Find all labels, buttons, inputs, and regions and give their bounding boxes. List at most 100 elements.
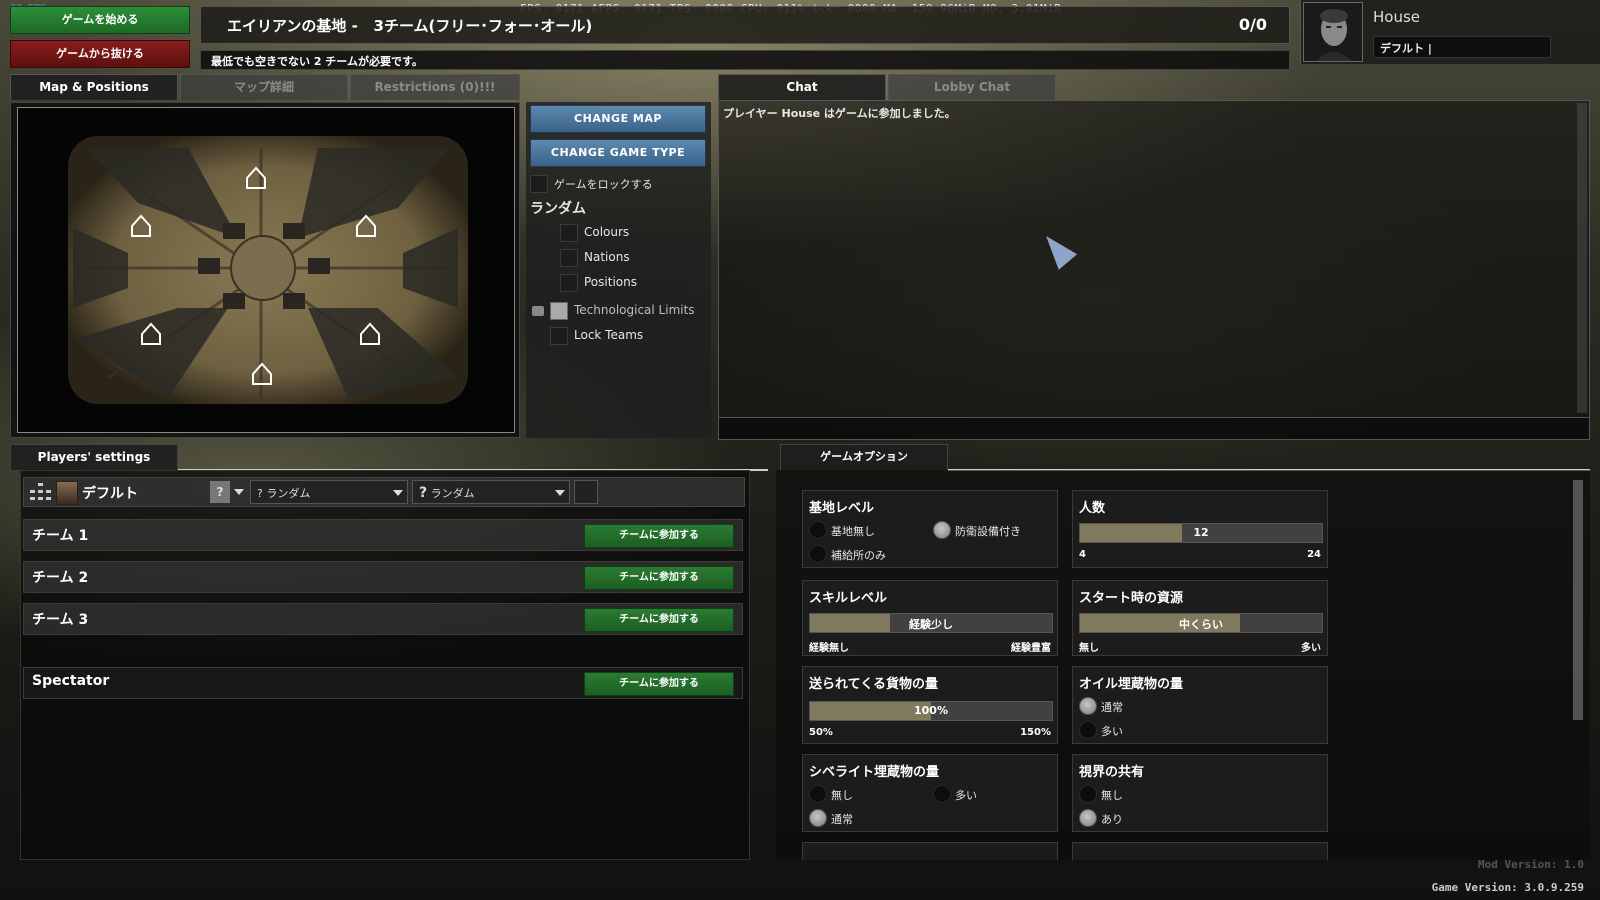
siberite-normal-radio[interactable]	[809, 809, 827, 827]
map-panel	[10, 102, 520, 438]
status-message-bar: 最低でも空きでない 2 チームが必要です。	[200, 50, 1290, 70]
page-title: エイリアンの基地 - 3チーム(フリー･フォー･オール)	[227, 15, 592, 36]
leave-game-button[interactable]: ゲームから抜ける	[10, 40, 190, 68]
chat-input[interactable]	[719, 417, 1589, 439]
players-count-max: 24	[1307, 549, 1321, 560]
tab-lobby-chat[interactable]: Lobby Chat	[888, 74, 1056, 100]
nation-dropdown-value: ? ランダム	[257, 487, 311, 500]
options-scrollbar[interactable]	[1573, 480, 1583, 720]
map-preview[interactable]	[17, 107, 515, 433]
base-none-radio[interactable]	[809, 521, 827, 539]
cargo-slider[interactable]: 100%	[809, 701, 1053, 721]
players-panel: デフルト ? ? ランダム ? ランダム チーム 1 チームに参加する チーム …	[20, 470, 750, 860]
oil-normal-radio[interactable]	[1079, 697, 1097, 715]
more-option-card	[1072, 842, 1328, 860]
lock-teams-checkbox[interactable]	[550, 327, 568, 345]
random-positions-label: Positions	[584, 275, 637, 289]
oil-many-radio[interactable]	[1079, 721, 1097, 739]
siberite-normal-label: 通常	[831, 813, 853, 826]
tab-players-settings[interactable]: Players' settings	[10, 444, 178, 470]
lock-teams-label: Lock Teams	[574, 328, 644, 342]
team-row: チーム 2 チームに参加する	[23, 561, 743, 593]
tab-map-positions[interactable]: Map & Positions	[10, 74, 178, 100]
vision-yes-radio[interactable]	[1079, 809, 1097, 827]
base-defense-radio[interactable]	[933, 521, 951, 539]
start-resources-max: 多い	[1301, 643, 1321, 654]
profile-panel: House デフルト |	[1300, 0, 1600, 64]
team-label: チーム 1	[32, 528, 89, 544]
skill-slider[interactable]: 経験少し	[809, 613, 1053, 633]
cargo-value: 100%	[914, 704, 948, 717]
player-avatar	[56, 481, 78, 505]
vision-none-radio[interactable]	[1079, 785, 1097, 803]
siberite-many-radio[interactable]	[933, 785, 951, 803]
players-count-min: 4	[1079, 549, 1086, 560]
oil-title: オイル埋蔵物の量	[1079, 677, 1184, 692]
siberite-many-label: 多い	[955, 789, 977, 802]
skill-max: 経験豊富	[1011, 643, 1051, 654]
oil-card: オイル埋蔵物の量 通常 多い	[1072, 666, 1328, 744]
random-header: ランダム	[530, 201, 586, 217]
vision-card: 視界の共有 無し あり	[1072, 754, 1328, 832]
skill-card: スキルレベル 経験少し 経験無し 経験豊富	[802, 580, 1058, 656]
player-name-input[interactable]: デフルト |	[1373, 36, 1551, 58]
tab-map-details[interactable]: マップ詳細	[180, 74, 348, 100]
join-team-2-button[interactable]: チームに参加する	[584, 566, 734, 590]
siberite-none-radio[interactable]	[809, 785, 827, 803]
random-nations-label: Nations	[584, 250, 630, 264]
tab-chat[interactable]: Chat	[718, 74, 886, 100]
random-positions-checkbox[interactable]	[560, 274, 578, 292]
join-team-1-button[interactable]: チームに参加する	[584, 524, 734, 548]
tab-restrictions[interactable]: Restrictions (0)!!!	[350, 74, 520, 100]
chevron-down-icon	[555, 490, 565, 496]
random-nations-checkbox[interactable]	[560, 249, 578, 267]
change-game-type-button[interactable]: CHANGE GAME TYPE	[530, 139, 706, 167]
cargo-card: 送られてくる貨物の量 100% 50% 150%	[802, 666, 1058, 744]
join-team-3-button[interactable]: チームに参加する	[584, 608, 734, 632]
avatar-icon	[1304, 3, 1362, 61]
spectator-row: Spectator チームに参加する	[23, 667, 743, 699]
ready-slot[interactable]	[574, 480, 598, 504]
cargo-min: 50%	[809, 727, 833, 738]
cargo-max: 150%	[1020, 727, 1051, 738]
vision-none-label: 無し	[1101, 789, 1123, 802]
players-count-slider[interactable]: 12	[1079, 523, 1323, 543]
base-defense-label: 防衛設備付き	[955, 525, 1021, 538]
lock-icon	[532, 306, 544, 316]
team-label: チーム 3	[32, 612, 89, 628]
base-level-title: 基地レベル	[809, 501, 875, 516]
tab-game-options[interactable]: ゲームオプション	[780, 444, 948, 470]
player-color-select[interactable]: ?	[210, 481, 230, 503]
change-map-button[interactable]: CHANGE MAP	[530, 105, 706, 133]
start-resources-slider[interactable]: 中くらい	[1079, 613, 1323, 633]
position-dropdown[interactable]: ? ランダム	[412, 480, 570, 504]
chevron-down-icon	[393, 490, 403, 496]
team-select-icon[interactable]	[28, 482, 52, 504]
base-depot-label: 補給所のみ	[831, 549, 886, 562]
start-resources-title: スタート時の資源	[1079, 591, 1184, 606]
base-depot-radio[interactable]	[809, 545, 827, 563]
players-count-value: 12	[1193, 526, 1209, 539]
siberite-card: シベライト埋蔵物の量 無し 多い 通常	[802, 754, 1058, 832]
skill-min: 経験無し	[809, 643, 849, 654]
siberite-none-label: 無し	[831, 789, 853, 802]
random-colours-checkbox[interactable]	[560, 224, 578, 242]
color-dropdown-arrow[interactable]	[232, 481, 248, 503]
avatar	[1303, 2, 1363, 62]
tech-limits-label: Technological Limits	[574, 303, 695, 317]
vision-yes-label: あり	[1101, 813, 1123, 826]
nation-dropdown[interactable]: ? ランダム	[250, 480, 408, 504]
map-image	[18, 108, 514, 432]
base-level-card: 基地レベル 基地無し 防衛設備付き 補給所のみ	[802, 490, 1058, 568]
lock-game-checkbox[interactable]	[530, 175, 548, 193]
join-spectator-button[interactable]: チームに参加する	[584, 672, 734, 696]
start-resources-min: 無し	[1079, 643, 1099, 654]
tech-limits-checkbox[interactable]	[550, 302, 568, 320]
cargo-title: 送られてくる貨物の量	[809, 677, 938, 692]
start-game-button[interactable]: ゲームを始める	[10, 6, 190, 34]
mod-version: Mod Version: 1.0	[1478, 858, 1584, 871]
chat-scrollbar[interactable]	[1577, 103, 1587, 413]
game-setup-panel: CHANGE MAP CHANGE GAME TYPE ゲームをロックする ラン…	[526, 102, 711, 438]
more-option-card	[802, 842, 1058, 860]
profile-name: House	[1373, 8, 1421, 26]
